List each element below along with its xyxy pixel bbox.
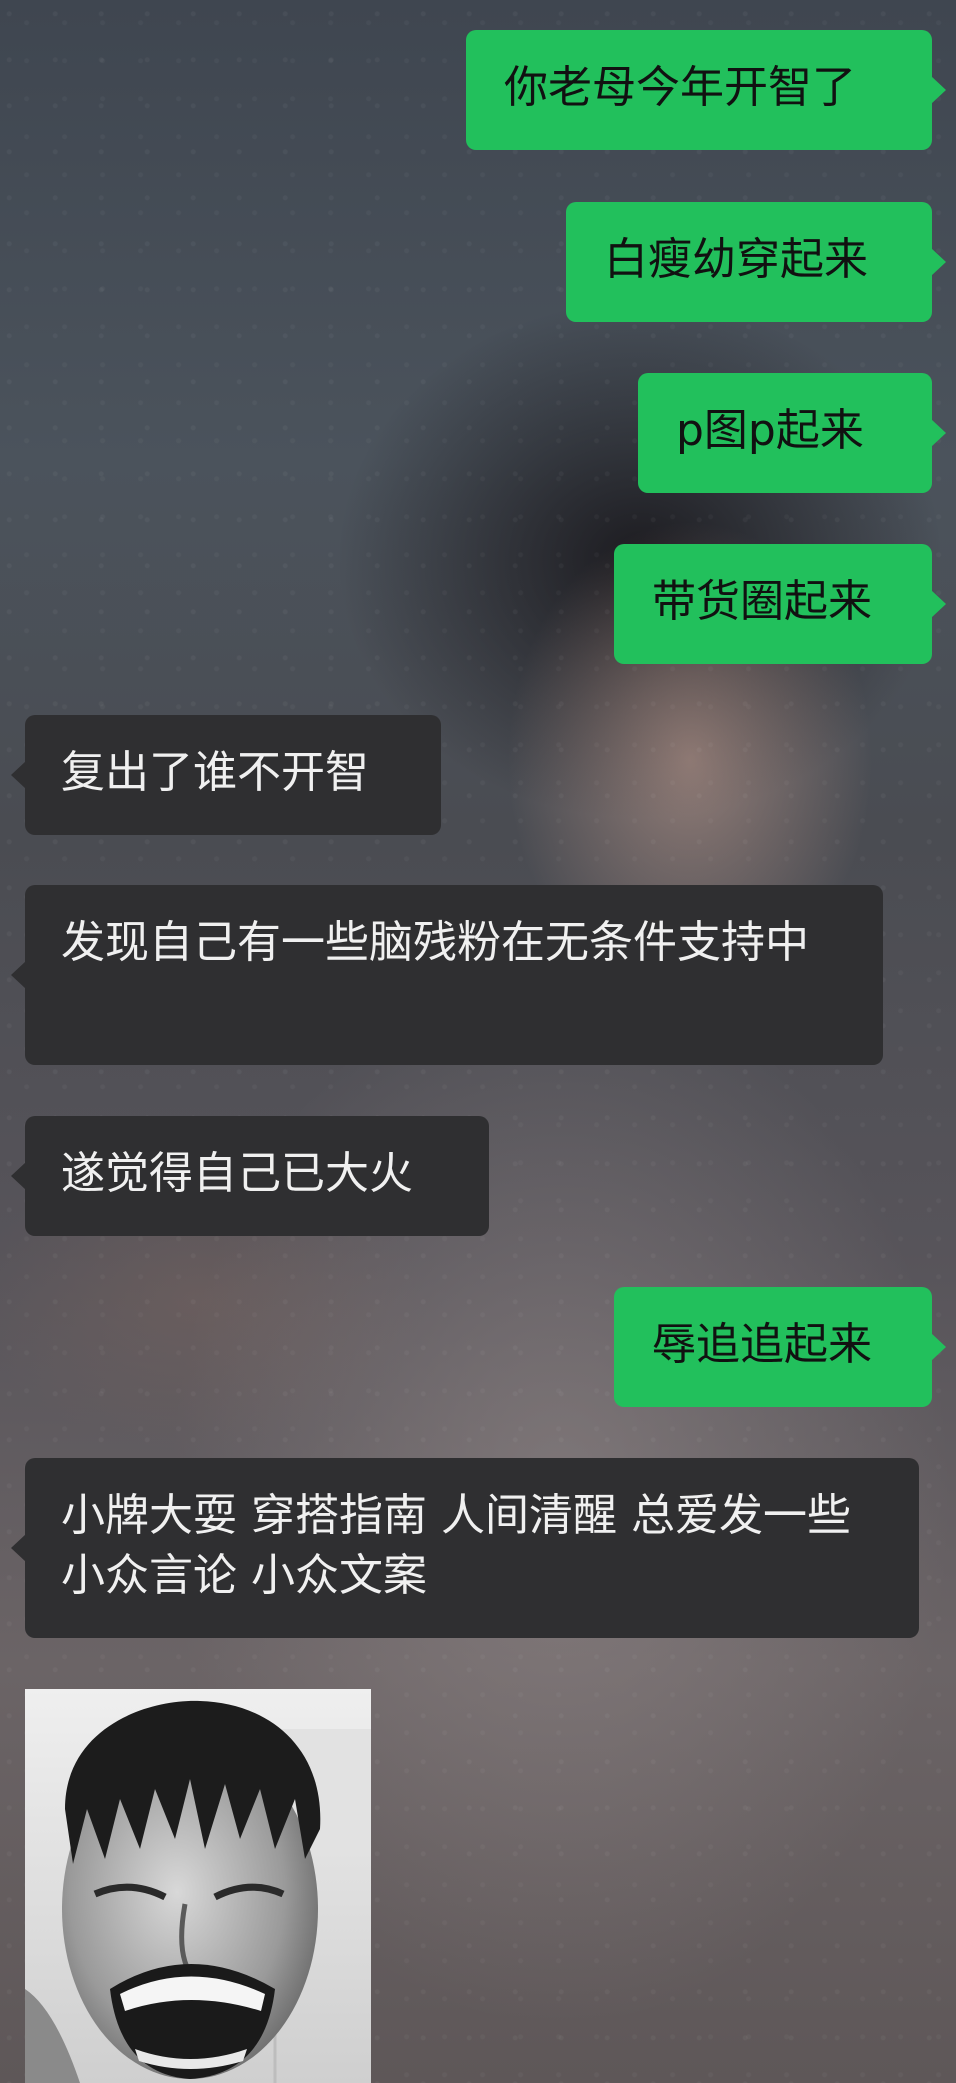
message-bubble-outgoing[interactable]: 带货圈起来: [614, 544, 946, 664]
message-text: 发现自己有一些脑残粉在无条件支持中: [61, 917, 809, 968]
message-bubble-outgoing[interactable]: 白瘦幼穿起来: [566, 202, 946, 322]
laughing-man-photo-icon: [25, 1689, 371, 2083]
message-bubble-outgoing[interactable]: 辱追追起来: [614, 1287, 946, 1407]
message-bubble-incoming[interactable]: 遂觉得自己已大火: [11, 1116, 489, 1236]
message-bubble-incoming[interactable]: 小牌大耍 穿搭指南 人间清醒 总爱发一些小众言论 小众文案: [11, 1458, 919, 1638]
message-text: 你老母今年开智了: [504, 62, 856, 113]
message-text: 辱追追起来: [652, 1319, 872, 1370]
message-bubble-outgoing[interactable]: 你老母今年开智了: [466, 30, 946, 150]
message-text: p图p起来: [676, 405, 864, 456]
message-text: 白瘦幼穿起来: [604, 234, 868, 285]
message-text: 带货圈起来: [652, 576, 872, 627]
message-text: 复出了谁不开智: [61, 747, 369, 798]
image-message[interactable]: [25, 1689, 371, 2083]
message-text: 小牌大耍 穿搭指南 人间清醒 总爱发一些小众言论 小众文案: [61, 1490, 851, 1601]
message-bubble-incoming[interactable]: 发现自己有一些脑残粉在无条件支持中: [11, 885, 883, 1065]
message-bubble-outgoing[interactable]: p图p起来: [638, 373, 946, 493]
message-bubble-incoming[interactable]: 复出了谁不开智: [11, 715, 441, 835]
message-text: 遂觉得自己已大火: [61, 1148, 413, 1199]
